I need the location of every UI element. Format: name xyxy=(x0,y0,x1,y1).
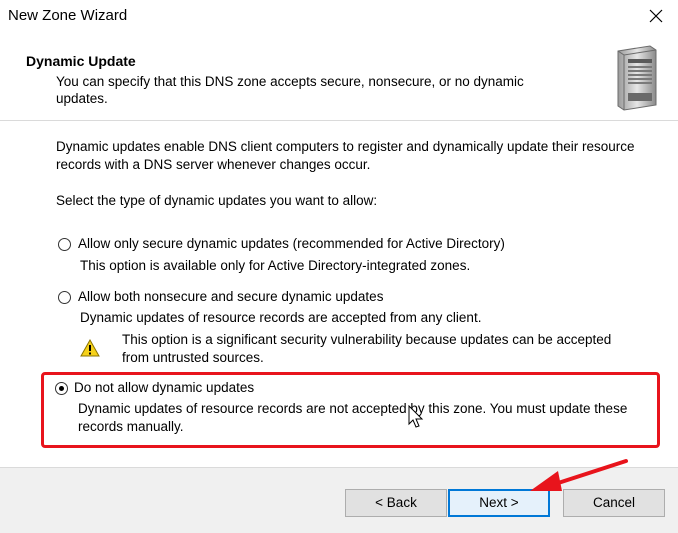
radio-nonsecure-and-secure[interactable] xyxy=(58,291,71,304)
mouse-cursor-icon xyxy=(408,405,424,428)
title-bar: New Zone Wizard xyxy=(0,0,678,34)
security-warning-text: This option is a significant security vu… xyxy=(122,332,612,365)
wizard-header: Dynamic Update You can specify that this… xyxy=(0,34,678,120)
option-secure-only-label[interactable]: Allow only secure dynamic updates (recom… xyxy=(78,235,505,253)
red-arrow-icon xyxy=(530,459,628,491)
close-button[interactable] xyxy=(644,2,670,30)
option-secure-only-description: This option is available only for Active… xyxy=(80,258,471,273)
close-icon xyxy=(649,9,663,23)
window-title: New Zone Wizard xyxy=(8,7,128,24)
server-icon xyxy=(617,45,657,111)
warning-icon xyxy=(80,339,100,357)
radio-secure-only[interactable] xyxy=(58,238,71,251)
page-subtitle: You can specify that this DNS zone accep… xyxy=(56,74,524,106)
page-title: Dynamic Update xyxy=(26,53,136,69)
intro-text: Dynamic updates enable DNS client comput… xyxy=(56,139,635,172)
highlight-box xyxy=(41,372,660,448)
option-nonsecure-and-secure-description: Dynamic updates of resource records are … xyxy=(80,310,482,325)
option-nonsecure-and-secure-label[interactable]: Allow both nonsecure and secure dynamic … xyxy=(78,288,383,306)
wizard-content: Dynamic updates enable DNS client comput… xyxy=(0,121,678,467)
back-button[interactable]: < Back xyxy=(345,489,447,517)
selection-prompt: Select the type of dynamic updates you w… xyxy=(56,193,378,208)
